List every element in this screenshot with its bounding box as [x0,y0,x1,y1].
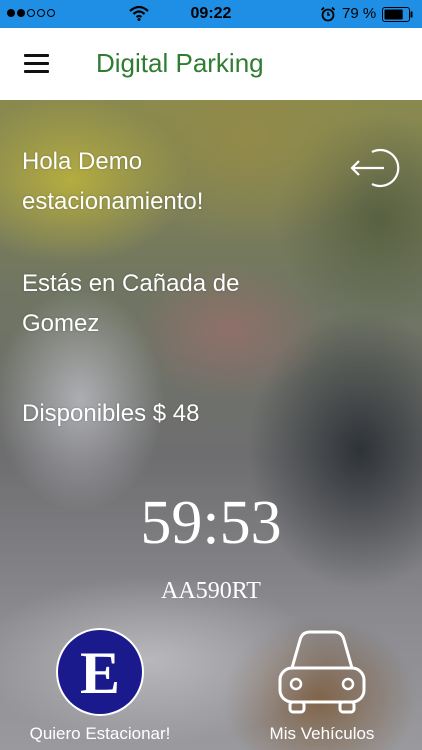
park-button[interactable]: E [56,628,144,716]
balance-text: Disponibles $ 48 [22,400,200,427]
parking-e-icon: E [58,630,142,714]
parking-e-letter: E [79,640,121,706]
license-plate: AA590RT [161,578,261,604]
page-title: Digital Parking [96,48,264,78]
park-button-label[interactable]: Quiero Estacionar! [0,724,200,744]
parking-timer: 59:53 [140,489,282,557]
app-header: Digital Parking [0,28,422,100]
battery-percentage: 79 % [342,5,377,22]
status-bar: 09:22 79 % [0,0,422,28]
logout-icon[interactable] [350,146,402,190]
menu-icon[interactable] [24,54,50,74]
car-icon[interactable] [276,628,368,720]
location-text: Estás en Cañada de Gomez [22,270,240,337]
vehicles-button-label[interactable]: Mis Vehículos [222,724,422,744]
alarm-icon [320,6,336,22]
greeting-text: Hola Demo estacionamiento! [22,148,204,215]
battery-icon [382,7,413,22]
